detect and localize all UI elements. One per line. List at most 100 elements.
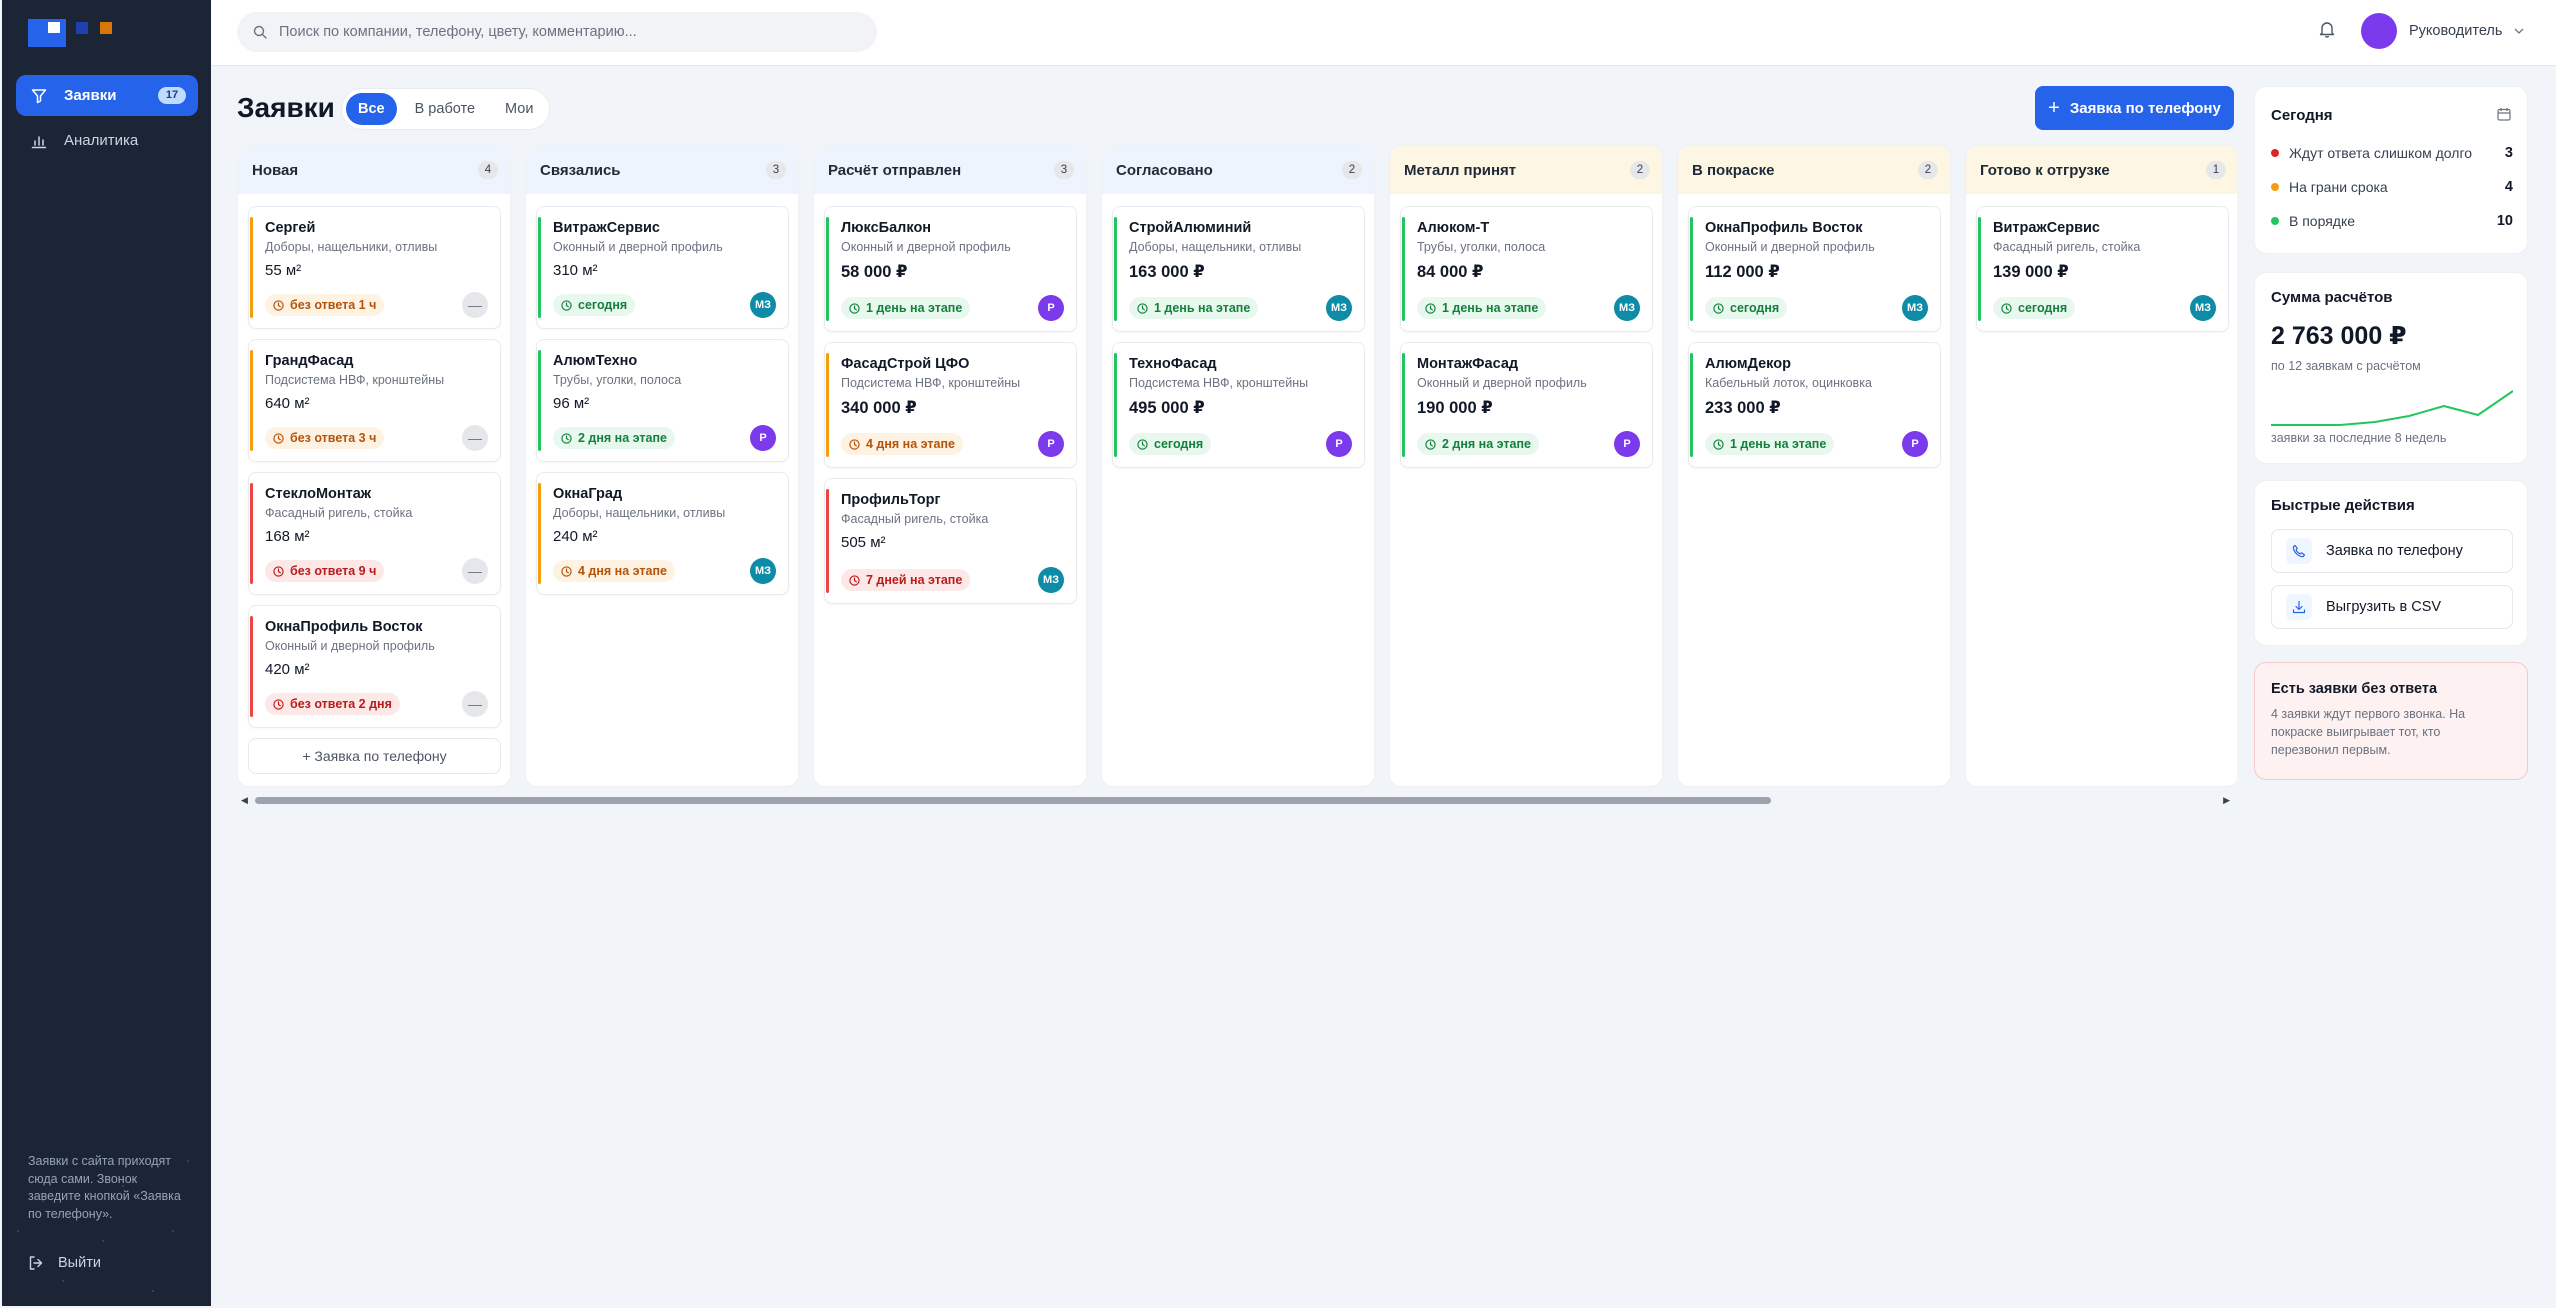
request-card[interactable]: ВитражСервис Фасадный ригель, стойка 139… <box>1976 206 2229 332</box>
manager-avatar[interactable]: МЗ <box>750 558 776 584</box>
scroll-left-arrow[interactable]: ◀ <box>241 795 248 806</box>
status-badge: сегодня <box>1993 297 2076 319</box>
manager-avatar[interactable]: Р <box>1902 431 1928 457</box>
request-card[interactable]: АлюмТехно Трубы, уголки, полоса 96 м² 2 … <box>536 339 789 462</box>
scroll-right-arrow[interactable]: ▶ <box>2223 795 2230 806</box>
manager-avatar[interactable]: Р <box>1038 431 1064 457</box>
column-title: Новая <box>252 161 299 179</box>
status-text: 1 день на этапе <box>1154 301 1251 315</box>
alert-text: 4 заявки ждут первого звонка. На покраск… <box>2271 707 2466 757</box>
quick-phone-label: Заявка по телефону <box>2326 543 2463 559</box>
status-text: 1 день на этапе <box>1730 437 1827 451</box>
manager-avatar[interactable]: Р <box>1038 295 1064 321</box>
request-card[interactable]: ВитражСервис Оконный и дверной профиль 3… <box>536 206 789 329</box>
logout-button[interactable]: Выйти <box>28 1255 101 1271</box>
sum-value: 2 763 000 ₽ <box>2271 322 2407 350</box>
clock-icon <box>273 432 284 444</box>
sidebar-note: Заявки с сайта приходят сюда сами. Звоно… <box>28 1154 181 1221</box>
manager-avatar[interactable]: МЗ <box>1038 567 1064 593</box>
card-value: 139 000 ₽ <box>1993 263 2069 281</box>
column-header: Связались 3 <box>526 146 798 194</box>
status-badge: сегодня <box>1129 433 1212 455</box>
today-row-near-deadline[interactable]: На грани срока 4 <box>2271 177 2513 197</box>
card-value: 505 м² <box>841 534 886 551</box>
status-badge: сегодня <box>553 294 636 316</box>
unassigned-avatar[interactable]: — <box>462 558 488 584</box>
manager-avatar[interactable]: Р <box>1326 431 1352 457</box>
scrollbar-thumb[interactable] <box>255 797 1771 804</box>
search-input[interactable] <box>279 24 859 40</box>
today-row-overdue[interactable]: Ждут ответа слишком долго 3 <box>2271 143 2513 163</box>
bell-icon[interactable] <box>2319 20 2335 38</box>
filter-all[interactable]: Все <box>346 93 397 125</box>
status-badge: 4 дня на этапе <box>553 560 675 582</box>
manager-avatar[interactable]: МЗ <box>1902 295 1928 321</box>
card-product: Доборы, нащельники, отливы <box>1129 240 1302 254</box>
sidebar-item-requests[interactable]: Заявки 17 <box>16 75 198 116</box>
status-text: 2 дня на этапе <box>578 431 667 445</box>
request-card[interactable]: СтройАлюминий Доборы, нащельники, отливы… <box>1112 206 1365 332</box>
unassigned-avatar[interactable]: — <box>462 691 488 717</box>
filter-in-progress[interactable]: В работе <box>403 93 487 125</box>
clock-icon <box>1137 302 1148 314</box>
column-header: В покраске 2 <box>1678 146 1950 194</box>
manager-avatar[interactable]: Р <box>750 425 776 451</box>
column-new: Новая 4 Сергей Доборы, нащельники, отлив… <box>237 145 511 787</box>
card-company: ВитражСервис <box>553 220 660 236</box>
filter-mine[interactable]: Мои <box>493 93 545 125</box>
export-csv-button[interactable]: Выгрузить в CSV <box>2271 585 2513 629</box>
manager-avatar[interactable]: Р <box>1614 431 1640 457</box>
request-card[interactable]: АлюмДекор Кабельный лоток, оцинковка 233… <box>1688 342 1941 468</box>
clock-icon <box>849 574 860 586</box>
manager-avatar[interactable]: МЗ <box>750 292 776 318</box>
card-product: Оконный и дверной профиль <box>841 240 1011 254</box>
card-product: Трубы, уголки, полоса <box>1417 240 1546 254</box>
search-box[interactable] <box>237 12 877 52</box>
unassigned-avatar[interactable]: — <box>462 425 488 451</box>
sum-sparkline <box>2271 390 2513 426</box>
clock-icon <box>1713 438 1724 450</box>
app-logo <box>28 19 112 47</box>
status-text: сегодня <box>2018 301 2068 315</box>
request-card[interactable]: Алюком-Т Трубы, уголки, полоса 84 000 ₽ … <box>1400 206 1653 332</box>
request-card[interactable]: ТехноФасад Подсистема НВФ, кронштейны 49… <box>1112 342 1365 468</box>
sidebar-item-analytics[interactable]: Аналитика <box>16 120 198 161</box>
request-card[interactable]: ОкнаПрофиль Восток Оконный и дверной про… <box>1688 206 1941 332</box>
request-card[interactable]: ОкнаГрад Доборы, нащельники, отливы 240 … <box>536 472 789 595</box>
column-add-request-button[interactable]: + Заявка по телефону <box>248 738 501 774</box>
request-card[interactable]: ОкнаПрофиль Восток Оконный и дверной про… <box>248 605 501 728</box>
card-company: СтеклоМонтаж <box>265 486 372 502</box>
calendar-icon[interactable] <box>2497 107 2511 121</box>
search-icon <box>253 25 267 39</box>
request-card[interactable]: ЛюксБалкон Оконный и дверной профиль 58 … <box>824 206 1077 332</box>
manager-avatar[interactable]: МЗ <box>1614 295 1640 321</box>
request-card[interactable]: МонтажФасад Оконный и дверной профиль 19… <box>1400 342 1653 468</box>
bar-chart-icon <box>30 132 48 150</box>
status-text: 7 дней на этапе <box>866 573 963 587</box>
card-value: 420 м² <box>265 661 310 678</box>
quick-phone-request-button[interactable]: Заявка по телефону <box>2271 529 2513 573</box>
column-count: 1 <box>2206 161 2226 179</box>
unassigned-avatar[interactable]: — <box>462 292 488 318</box>
phone-icon <box>2286 538 2312 564</box>
manager-avatar[interactable]: МЗ <box>2190 295 2216 321</box>
column-header: Металл принят 2 <box>1390 146 1662 194</box>
request-card[interactable]: ПрофильТорг Фасадный ригель, стойка 505 … <box>824 478 1077 604</box>
column-header: Готово к отгрузке 1 <box>1966 146 2237 194</box>
user-menu[interactable]: Руководитель <box>2361 13 2524 49</box>
column-header: Согласовано 2 <box>1102 146 1374 194</box>
sum-panel: Сумма расчётов 2 763 000 ₽ по 12 заявкам… <box>2254 272 2528 464</box>
request-card[interactable]: ФасадСтрой ЦФО Подсистема НВФ, кронштейн… <box>824 342 1077 468</box>
request-card[interactable]: ГрандФасад Подсистема НВФ, кронштейны 64… <box>248 339 501 462</box>
sum-title: Сумма расчётов <box>2271 289 2393 306</box>
card-company: ЛюксБалкон <box>841 220 932 236</box>
card-product: Фасадный ригель, стойка <box>1993 240 2141 254</box>
request-card[interactable]: Сергей Доборы, нащельники, отливы 55 м² … <box>248 206 501 329</box>
add-phone-request-button[interactable]: + Заявка по телефону <box>2035 86 2234 130</box>
board-scrollbar[interactable]: ◀ ▶ <box>237 793 2234 807</box>
request-card[interactable]: СтеклоМонтаж Фасадный ригель, стойка 168… <box>248 472 501 595</box>
manager-avatar[interactable]: МЗ <box>1326 295 1352 321</box>
alert-title: Есть заявки без ответа <box>2271 681 2438 697</box>
card-product: Доборы, нащельники, отливы <box>553 506 726 520</box>
today-row-ok[interactable]: В порядке 10 <box>2271 211 2513 231</box>
